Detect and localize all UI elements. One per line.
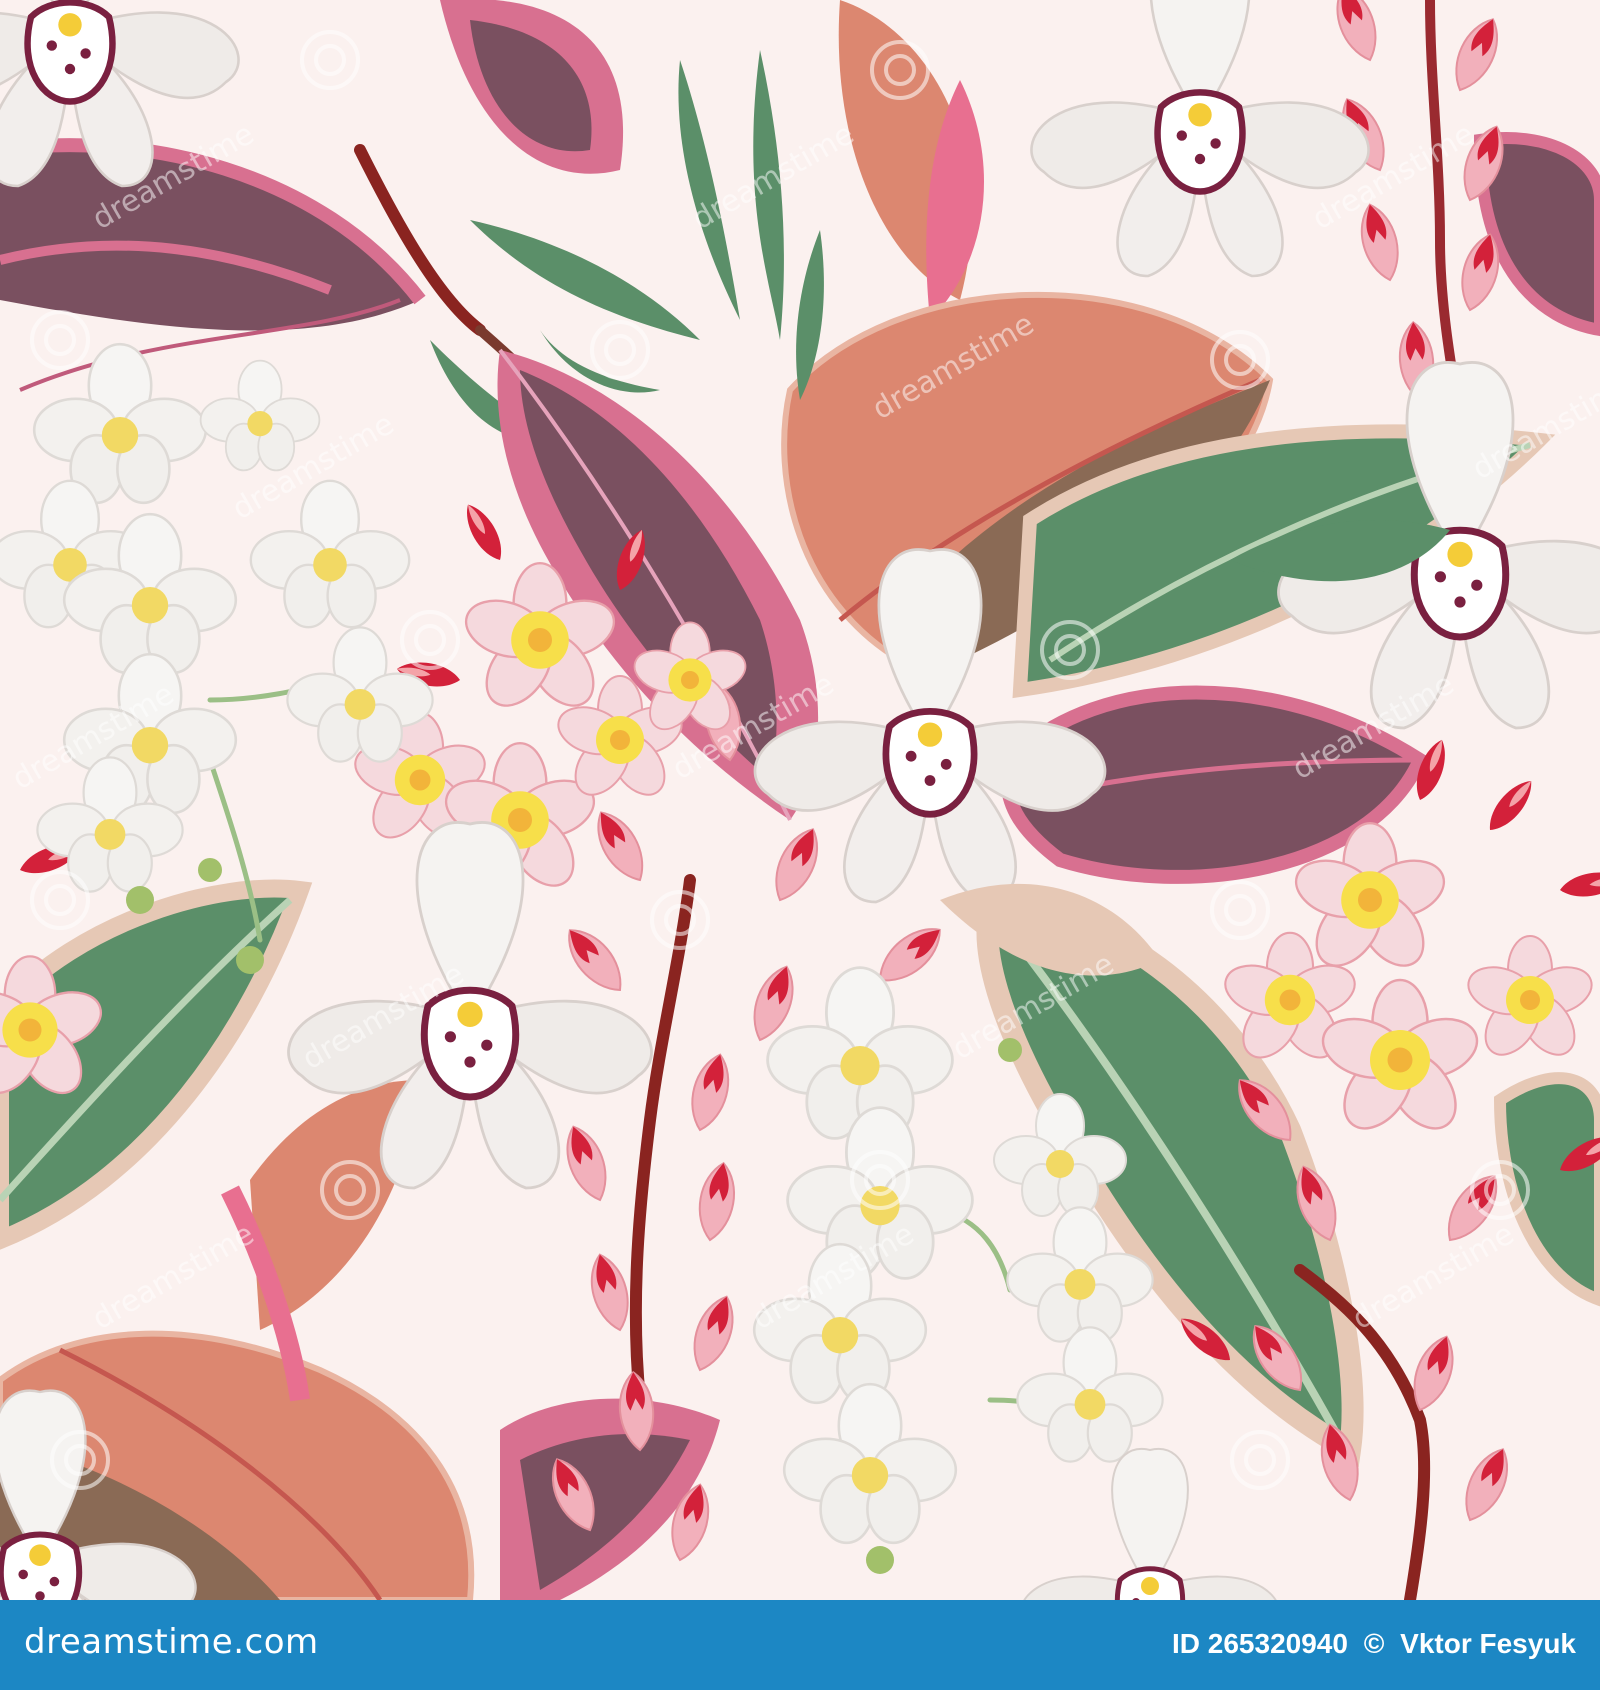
- floral-pattern-artwork: [0, 0, 1600, 1600]
- author-name: Vktor Fesyuk: [1400, 1628, 1576, 1659]
- image-id: ID 265320940: [1172, 1628, 1348, 1659]
- footer-site-name[interactable]: dreamstime.com: [24, 1622, 319, 1662]
- copyright-symbol: ©: [1363, 1628, 1385, 1659]
- stock-footer-bar: dreamstime.com ID 265320940 © Vktor Fesy…: [0, 1600, 1600, 1690]
- footer-credit: ID 265320940 © Vktor Fesyuk: [1172, 1628, 1576, 1660]
